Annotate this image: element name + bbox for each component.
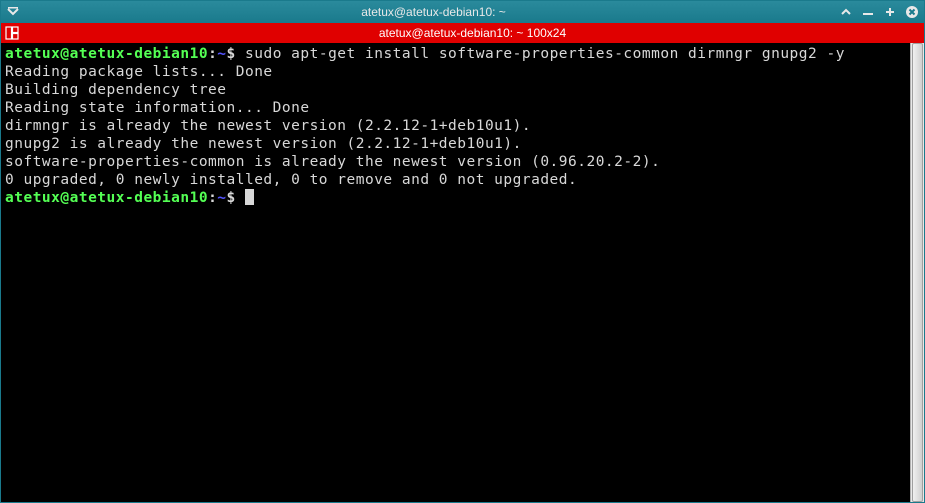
terminal-tabbar: atetux@atetux-debian10: ~ 100x24 xyxy=(1,23,924,43)
app-menu-icon[interactable] xyxy=(5,4,21,20)
split-pane-icon[interactable] xyxy=(5,26,19,40)
minimize-icon[interactable] xyxy=(860,4,876,20)
tab-label[interactable]: atetux@atetux-debian10: ~ 100x24 xyxy=(25,26,920,40)
command-text: sudo apt-get install software-properties… xyxy=(245,46,845,62)
prompt-colon: : xyxy=(208,46,217,62)
terminal-cursor xyxy=(245,189,254,205)
vertical-scrollbar[interactable] xyxy=(910,43,924,502)
output-line: Reading state information... Done xyxy=(5,99,906,117)
prompt-user-host: atetux@atetux-debian10 xyxy=(5,190,208,206)
terminal-window: atetux@atetux-debian10: ~ atetux@atetux-… xyxy=(0,0,925,503)
prompt-symbol: $ xyxy=(227,190,236,206)
window-title: atetux@atetux-debian10: ~ xyxy=(29,5,838,19)
output-line: gnupg2 is already the newest version (2.… xyxy=(5,135,906,153)
prompt-path: ~ xyxy=(217,46,226,62)
prompt-user-host: atetux@atetux-debian10 xyxy=(5,46,208,62)
terminal-content[interactable]: atetux@atetux-debian10:~$ sudo apt-get i… xyxy=(1,43,910,502)
maximize-icon[interactable] xyxy=(882,4,898,20)
output-line: Building dependency tree xyxy=(5,81,906,99)
window-titlebar[interactable]: atetux@atetux-debian10: ~ xyxy=(1,1,924,23)
close-icon[interactable] xyxy=(904,4,920,20)
output-line: 0 upgraded, 0 newly installed, 0 to remo… xyxy=(5,171,906,189)
prompt-symbol: $ xyxy=(227,46,236,62)
output-line: software-properties-common is already th… xyxy=(5,153,906,171)
output-line: Reading package lists... Done xyxy=(5,63,906,81)
terminal-area: atetux@atetux-debian10:~$ sudo apt-get i… xyxy=(1,43,924,502)
rollup-icon[interactable] xyxy=(838,4,854,20)
scrollbar-thumb[interactable] xyxy=(912,43,923,502)
prompt-path: ~ xyxy=(217,190,226,206)
output-line: dirmngr is already the newest version (2… xyxy=(5,117,906,135)
prompt-colon: : xyxy=(208,190,217,206)
